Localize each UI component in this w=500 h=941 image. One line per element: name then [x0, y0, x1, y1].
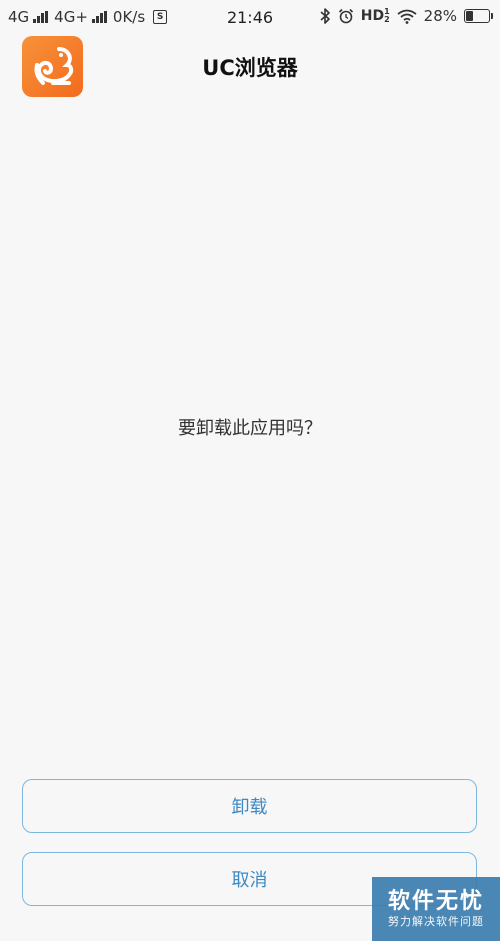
uninstall-screen: 4G 4G+ 0K/s S 21:46 HD 1 2 28% UC浏览器 要卸载… — [0, 0, 500, 941]
bluetooth-icon — [320, 8, 330, 24]
hd-sub: 2 — [384, 15, 390, 24]
app-title: UC浏览器 — [202, 56, 298, 80]
uninstall-button[interactable]: 卸载 — [22, 779, 477, 833]
uninstall-button-label: 卸载 — [231, 797, 268, 818]
battery-fill — [466, 11, 473, 21]
status-bar: 4G 4G+ 0K/s S 21:46 HD 1 2 28% — [0, 0, 500, 34]
battery-percent: 28% — [423, 7, 457, 25]
hd-label: HD — [360, 8, 385, 24]
status-bar-right: HD 1 2 28% — [320, 7, 493, 25]
hd-indicator: HD 1 2 — [360, 8, 390, 25]
wifi-icon — [397, 9, 417, 24]
battery-icon — [464, 9, 493, 23]
alarm-icon — [338, 8, 353, 24]
watermark-sub: 努力解决软件问题 — [388, 915, 484, 928]
cancel-button-label: 取消 — [231, 870, 268, 891]
watermark: 软件无忧 努力解决软件问题 — [372, 877, 500, 941]
watermark-main: 软件无忧 — [387, 889, 484, 914]
uninstall-prompt: 要卸载此应用吗？ — [178, 418, 322, 439]
